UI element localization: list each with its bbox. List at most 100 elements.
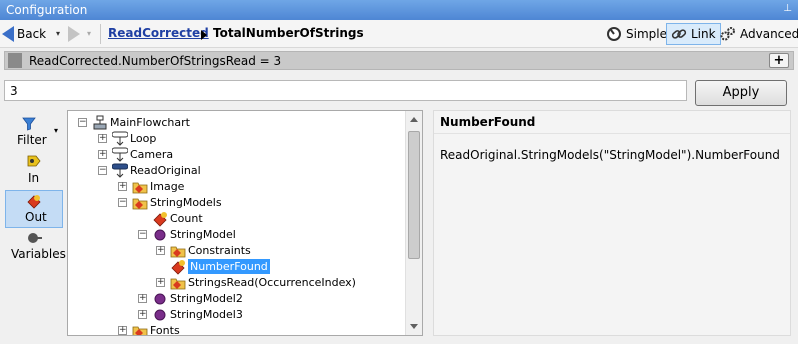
back-history-dropdown-icon[interactable]: ▾: [56, 29, 60, 38]
tree-item[interactable]: + StringsRead(OccurrenceIndex): [68, 275, 406, 291]
out-button[interactable]: Out: [5, 190, 63, 228]
breadcrumb-separator-icon: [201, 30, 207, 40]
output-folder-icon: [170, 275, 186, 291]
forward-arrow-icon[interactable]: [68, 26, 80, 42]
navigation-toolbar: Back ▾ ▾ ReadCorrected TotalNumberOfStri…: [0, 20, 798, 48]
scroll-down-icon[interactable]: [410, 324, 418, 329]
tree-item[interactable]: − StringModel: [68, 227, 406, 243]
variables-label: Variables: [11, 247, 66, 261]
output-tree[interactable]: − MainFlowchart + Loop + Camera − ReadOriginal +…: [67, 110, 423, 336]
collapse-icon[interactable]: −: [78, 118, 87, 127]
scrollbar-thumb[interactable]: [408, 131, 420, 259]
filter-button[interactable]: Filter ▾: [5, 116, 63, 150]
tree-item-label: ReadOriginal: [130, 164, 201, 177]
tree-item-selected[interactable]: NumberFound: [68, 259, 406, 275]
tree-item[interactable]: + Camera: [68, 147, 406, 163]
tree-item-label: Constraints: [188, 244, 251, 257]
tree-item-label: Count: [170, 212, 203, 225]
tree-item-label: Camera: [130, 148, 174, 161]
flowchart-icon: [92, 115, 108, 131]
scroll-up-icon[interactable]: [410, 117, 418, 122]
input-icon: [27, 155, 41, 167]
tree-item-label: MainFlowchart: [110, 116, 190, 129]
gears-icon: [720, 27, 735, 41]
tree-item[interactable]: + StringModel2: [68, 291, 406, 307]
object-icon: [152, 291, 168, 307]
filter-label: Filter: [17, 133, 47, 147]
tree-vertical-scrollbar[interactable]: [405, 111, 422, 335]
back-button-label: Back: [17, 27, 47, 41]
tree-item[interactable]: + Constraints: [68, 243, 406, 259]
object-icon: [152, 307, 168, 323]
back-arrow-icon: [2, 26, 14, 42]
mode-link-button[interactable]: Link: [666, 23, 721, 45]
output-icon: [27, 195, 41, 209]
output-folder-icon: [132, 179, 148, 195]
tree-item-label: Image: [150, 180, 185, 193]
detail-title: NumberFound: [440, 115, 536, 129]
window-title: Configuration: [6, 3, 88, 17]
output-folder-icon: [132, 323, 148, 335]
in-label: In: [28, 171, 40, 185]
apply-button[interactable]: Apply: [695, 80, 787, 106]
tree-item[interactable]: + Image: [68, 179, 406, 195]
tree-item-label: StringModel3: [170, 308, 243, 321]
tree-item-label: NumberFound: [188, 259, 270, 274]
tree-item-label: Fonts: [150, 324, 180, 336]
dial-icon: [607, 27, 621, 41]
read-step-icon: [111, 163, 129, 179]
tree-item[interactable]: + StringModel3: [68, 307, 406, 323]
expand-icon[interactable]: +: [118, 182, 127, 191]
tree-item[interactable]: − ReadOriginal: [68, 163, 406, 179]
expand-icon[interactable]: +: [156, 246, 165, 255]
variable-icon: [28, 233, 42, 243]
detail-divider: [434, 133, 790, 134]
output-value-icon: [170, 259, 186, 275]
tree-item-label: StringModels: [150, 196, 222, 209]
expand-icon[interactable]: +: [98, 150, 107, 159]
expand-icon[interactable]: +: [138, 310, 147, 319]
back-button[interactable]: Back: [2, 24, 46, 44]
object-icon: [152, 227, 168, 243]
forward-history-dropdown-icon[interactable]: ▾: [87, 29, 91, 38]
variables-button[interactable]: Variables: [5, 230, 66, 264]
camera-step-icon: [111, 147, 129, 163]
pin-icon[interactable]: ⊥: [783, 3, 792, 14]
expand-icon[interactable]: +: [118, 326, 127, 335]
breadcrumb-link-readcorrected[interactable]: ReadCorrected: [108, 26, 209, 40]
filter-dropdown-icon[interactable]: ▾: [54, 126, 58, 135]
tree-item-label: Loop: [130, 132, 157, 145]
breadcrumb-current: TotalNumberOfStrings: [213, 26, 364, 40]
tree-item[interactable]: + Loop: [68, 131, 406, 147]
tree-item[interactable]: Count: [68, 211, 406, 227]
expression-grip: [8, 53, 22, 68]
out-label: Out: [25, 210, 47, 224]
value-input[interactable]: 3: [4, 80, 687, 101]
detail-path: ReadOriginal.StringModels("StringModel")…: [440, 148, 780, 162]
collapse-icon[interactable]: −: [98, 166, 107, 175]
expand-icon[interactable]: +: [138, 294, 147, 303]
expression-bar: ReadCorrected.NumberOfStringsRead = 3 +: [4, 51, 794, 70]
add-expression-button[interactable]: +: [769, 53, 789, 68]
tree-item[interactable]: + Fonts: [68, 323, 406, 336]
tree-item[interactable]: − StringModels: [68, 195, 406, 211]
output-folder-icon: [132, 195, 148, 211]
mode-simple-label: Simple: [626, 27, 667, 41]
detail-panel: NumberFound ReadOriginal.StringModels("S…: [433, 110, 791, 336]
funnel-icon: [22, 117, 36, 131]
in-button[interactable]: In: [5, 152, 63, 188]
link-icon: [671, 29, 687, 39]
output-value-icon: [152, 211, 168, 227]
expand-icon[interactable]: +: [156, 278, 165, 287]
tree-item-label: StringsRead(OccurrenceIndex): [188, 276, 356, 289]
tree-item[interactable]: − MainFlowchart: [68, 115, 406, 131]
expand-icon[interactable]: +: [98, 134, 107, 143]
collapse-icon[interactable]: −: [138, 230, 147, 239]
tree-item-label: StringModel: [170, 228, 236, 241]
mode-advanced-label: Advanced: [740, 27, 798, 41]
mode-advanced-button[interactable]: Advanced: [716, 23, 798, 45]
mode-simple-button[interactable]: Simple: [602, 23, 671, 45]
collapse-icon[interactable]: −: [118, 198, 127, 207]
expression-text: ReadCorrected.NumberOfStringsRead = 3: [29, 54, 282, 68]
window-titlebar: Configuration ⊥: [0, 0, 798, 20]
